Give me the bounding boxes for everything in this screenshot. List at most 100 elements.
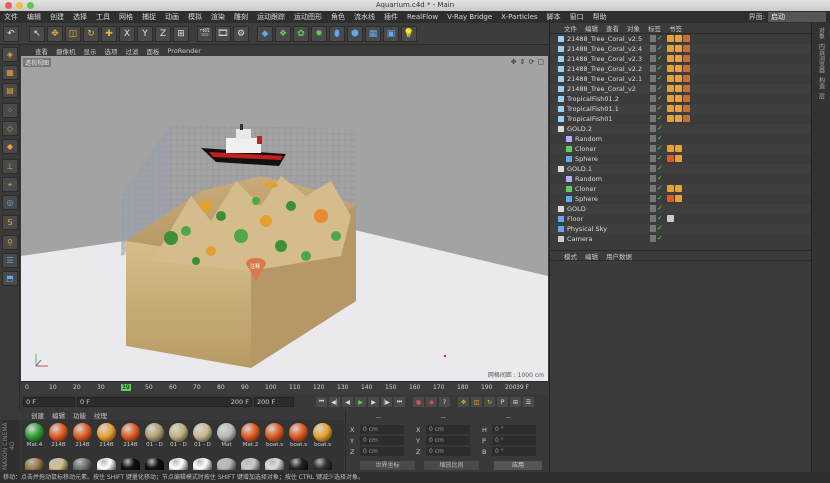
check-icon[interactable]: ✓ <box>657 215 663 222</box>
material-tag-icon[interactable] <box>683 75 690 82</box>
side-tab[interactable]: 内容浏览器 <box>817 43 826 73</box>
material-tag-icon[interactable] <box>675 155 682 162</box>
polygons-mode-icon[interactable]: ◆ <box>2 139 18 154</box>
check-icon[interactable]: ✓ <box>657 175 663 182</box>
menu-item[interactable]: 捕捉 <box>142 12 156 22</box>
render-picture-viewer-icon[interactable]: 🎞 <box>215 25 231 42</box>
material-menu-item[interactable]: 编辑 <box>52 410 65 420</box>
apply-button[interactable]: 应用 <box>494 461 542 470</box>
coordinate-system-icon[interactable]: ⊞ <box>173 25 189 42</box>
array-icon[interactable]: ✹ <box>311 25 327 42</box>
visibility-dot-icon[interactable] <box>650 65 656 72</box>
model-mode-icon[interactable]: ◈ <box>2 47 18 62</box>
check-icon[interactable]: ✓ <box>657 165 663 172</box>
material-menu-item[interactable]: 创建 <box>31 410 44 420</box>
material-tag-icon[interactable] <box>675 65 682 72</box>
material-tag-icon[interactable] <box>667 95 674 102</box>
material-menu-item[interactable]: 纹理 <box>94 410 107 420</box>
move-tool-icon[interactable]: ✥ <box>47 25 63 42</box>
object-menu-item[interactable]: 书签 <box>669 23 682 33</box>
visibility-dot-icon[interactable] <box>650 205 656 212</box>
keyframe-selection-icon[interactable]: ? <box>439 397 450 407</box>
close-window-icon[interactable] <box>5 2 12 9</box>
axis-y-button[interactable]: Y <box>137 25 153 42</box>
viewport-menu-item[interactable]: 显示 <box>84 46 97 56</box>
visibility-dot-icon[interactable] <box>650 195 656 202</box>
visibility-dot-icon[interactable] <box>650 125 656 132</box>
object-visibility-flags[interactable]: ✓ <box>650 205 663 212</box>
deformer-icon[interactable]: ⬮ <box>329 25 345 42</box>
visibility-dot-icon[interactable] <box>650 145 656 152</box>
material-tag-icon[interactable] <box>683 65 690 72</box>
check-icon[interactable]: ✓ <box>657 195 663 202</box>
record-icon[interactable]: ● <box>413 397 424 407</box>
viewport-menu-item[interactable]: 面板 <box>147 46 160 56</box>
start-frame-field[interactable]: 0 F <box>23 397 75 407</box>
object-row[interactable]: Sphere ✓ <box>550 154 812 164</box>
material-swatch[interactable]: 214B <box>95 423 118 448</box>
side-tab[interactable]: 层 <box>817 93 826 99</box>
layers-icon[interactable]: ☰ <box>2 253 18 268</box>
side-tab[interactable]: 对象 <box>817 27 826 39</box>
menu-item[interactable]: 运动跟踪 <box>257 12 285 22</box>
check-icon[interactable]: ✓ <box>657 225 663 232</box>
coord-value-field[interactable]: 0 ° <box>492 447 536 456</box>
material-menu-item[interactable]: 功能 <box>73 410 86 420</box>
next-frame-icon[interactable]: ▶ <box>368 397 379 407</box>
material-swatch[interactable]: boat.s <box>263 423 286 448</box>
material-tag-icon[interactable] <box>683 95 690 102</box>
layout-dropdown[interactable]: 启动 <box>768 12 826 22</box>
attribute-menu-item[interactable]: 模式 <box>564 251 577 261</box>
visibility-dot-icon[interactable] <box>650 185 656 192</box>
viewport-menu-item[interactable]: 查看 <box>35 46 48 56</box>
object-row[interactable]: Cloner ✓ <box>550 144 812 154</box>
timeline-ruler[interactable]: 0 10 20 30 39 50 60 70 80 90 100 110 120 130 140 150 160… <box>21 381 548 394</box>
visibility-dot-icon[interactable] <box>650 55 656 62</box>
menu-item[interactable]: 渲染 <box>211 12 225 22</box>
side-tab[interactable]: 构造 <box>817 77 826 89</box>
menu-item[interactable]: 脚本 <box>547 12 561 22</box>
material-tag-icon[interactable] <box>675 105 682 112</box>
material-tag-icon[interactable] <box>667 145 674 152</box>
object-visibility-flags[interactable]: ✓ <box>650 135 663 142</box>
menu-item[interactable]: 编辑 <box>27 12 41 22</box>
menu-item[interactable]: 运动图形 <box>294 12 322 22</box>
menu-item[interactable]: 帮助 <box>593 12 607 22</box>
frame-range-slider[interactable]: 0 F 200 F <box>77 397 252 407</box>
cube-primitive-icon[interactable]: ◆ <box>257 25 273 42</box>
visibility-dot-icon[interactable] <box>650 35 656 42</box>
check-icon[interactable]: ✓ <box>657 185 663 192</box>
object-row[interactable]: Cloner ✓ <box>550 184 812 194</box>
tweak-mode-icon[interactable]: ⌖ <box>2 177 18 192</box>
material-tag-icon[interactable] <box>683 45 690 52</box>
material-tag-icon[interactable] <box>683 55 690 62</box>
material-tag-icon[interactable] <box>667 115 674 122</box>
material-tag-icon[interactable] <box>667 155 674 162</box>
material-tag-icon[interactable] <box>667 195 674 202</box>
object-visibility-flags[interactable]: ✓ <box>650 35 663 42</box>
material-swatch[interactable]: 01 - D <box>167 423 190 448</box>
object-visibility-flags[interactable]: ✓ <box>650 185 663 192</box>
object-menu-item[interactable]: 文件 <box>564 23 577 33</box>
menu-item[interactable]: 角色 <box>331 12 345 22</box>
material-swatch[interactable]: Mat.4 <box>23 423 46 448</box>
play-icon[interactable]: ▶ <box>355 397 366 407</box>
material-tag-icon[interactable] <box>675 45 682 52</box>
object-visibility-flags[interactable]: ✓ <box>650 45 663 52</box>
key-parameter-icon[interactable]: P <box>497 397 508 407</box>
object-row[interactable]: GOLD ✓ <box>550 204 812 214</box>
visibility-dot-icon[interactable] <box>650 115 656 122</box>
visibility-dot-icon[interactable] <box>650 215 656 222</box>
viewport-menu-item[interactable]: 过滤 <box>126 46 139 56</box>
coord-value-field[interactable]: 0 cm <box>360 447 404 456</box>
attribute-menu-item[interactable]: 用户数据 <box>606 251 632 261</box>
viewport-menu-item[interactable]: 选项 <box>105 46 118 56</box>
menu-item[interactable]: 窗口 <box>570 12 584 22</box>
key-position-icon[interactable]: ✥ <box>458 397 469 407</box>
material-tag-icon[interactable] <box>667 65 674 72</box>
live-select-icon[interactable]: ↖ <box>29 25 45 42</box>
material-swatch[interactable]: boat.s <box>287 423 310 448</box>
material-tag-icon[interactable] <box>667 215 674 222</box>
minimize-window-icon[interactable] <box>16 2 23 9</box>
render-view-icon[interactable]: 🎬 <box>197 25 213 42</box>
